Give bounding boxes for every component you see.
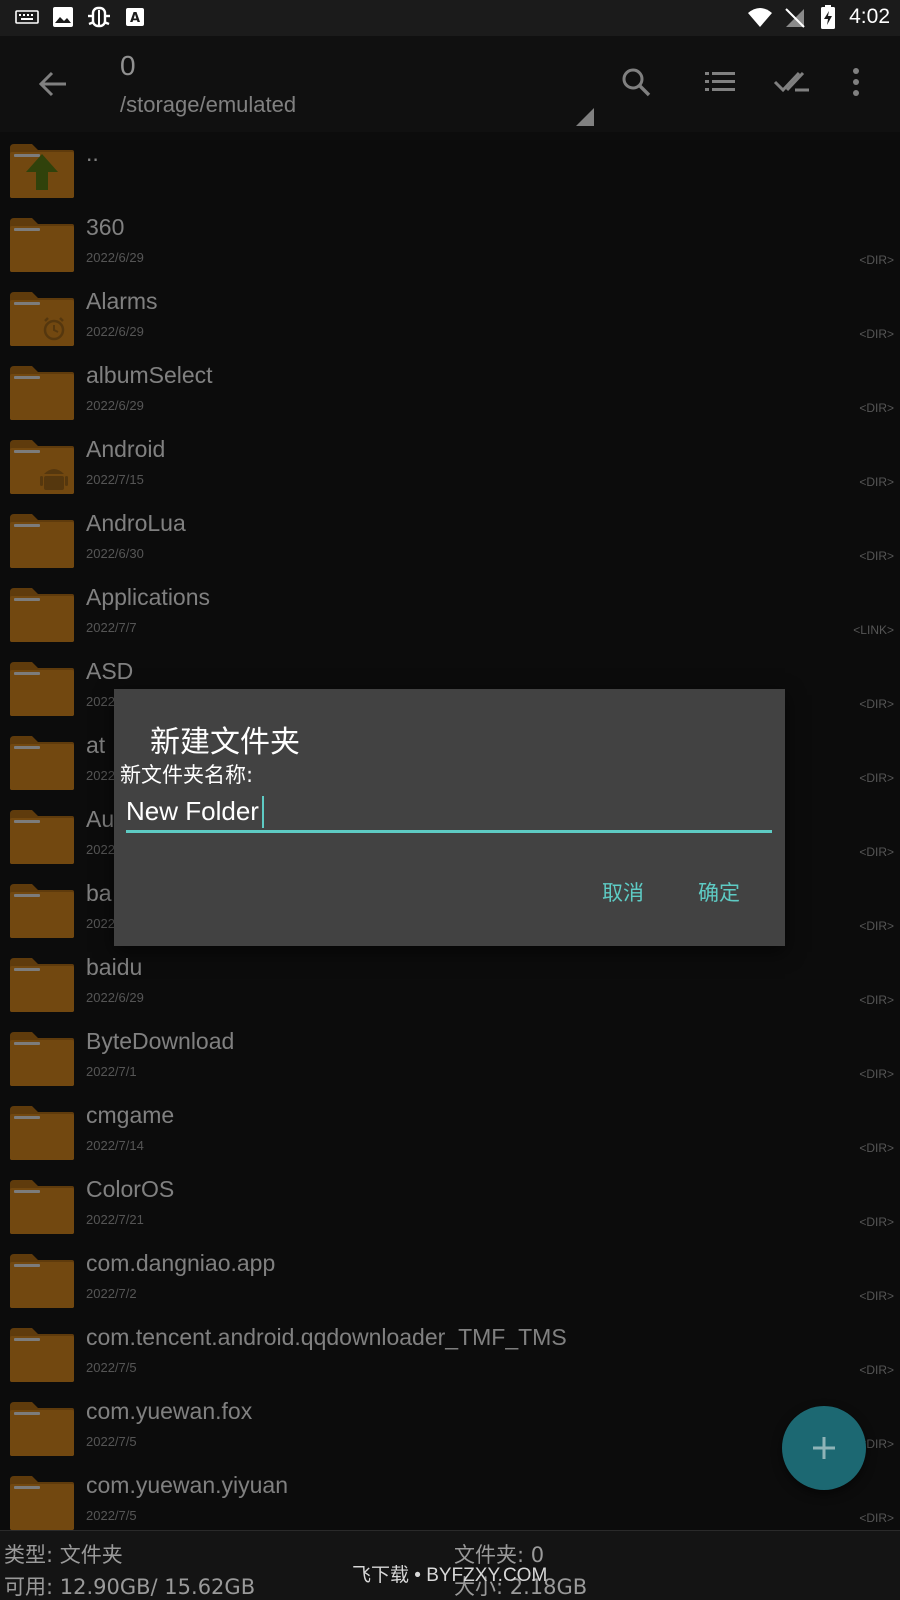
status-bar: A 4:02: [0, 0, 900, 36]
cancel-button[interactable]: 取消: [602, 877, 644, 907]
svg-text:A: A: [130, 11, 140, 26]
keyboard-icon: [14, 4, 40, 30]
status-time: 4:02: [849, 5, 890, 28]
plus-icon: [813, 1437, 835, 1459]
status-bar-notifications: A: [14, 4, 148, 30]
dialog-label: 新文件夹名称:: [120, 763, 254, 787]
add-fab-button[interactable]: [782, 1406, 866, 1490]
new-folder-dialog: 新建文件夹 新文件夹名称: 取消 确定: [114, 689, 785, 946]
type-info: 类型: 文件夹: [4, 1543, 123, 1567]
no-sim-icon: [781, 4, 807, 30]
text-cursor: [262, 796, 264, 828]
bug-icon: [86, 4, 112, 30]
dialog-title: 新建文件夹: [150, 725, 300, 760]
status-bar-system: 4:02: [747, 4, 890, 30]
watermark-text: 飞下载 • BYFZXY.COM: [352, 1565, 548, 1586]
battery-charging-icon: [815, 4, 841, 30]
wifi-icon: [747, 4, 773, 30]
available-info: 可用: 12.90GB/ 15.62GB: [4, 1575, 256, 1599]
a-box-icon: A: [122, 4, 148, 30]
image-icon: [50, 4, 76, 30]
confirm-button[interactable]: 确定: [698, 877, 740, 907]
folder-name-input[interactable]: [126, 793, 772, 833]
